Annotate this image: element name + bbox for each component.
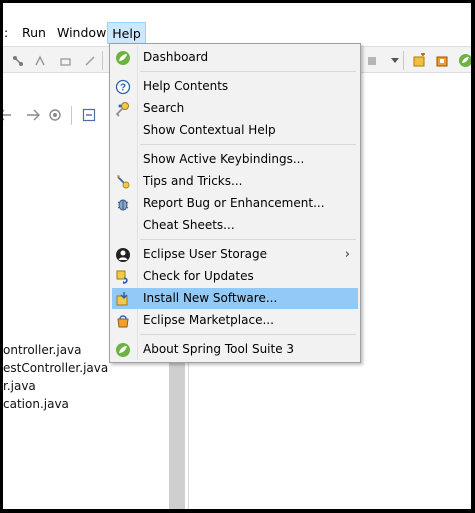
menu-run[interactable]: Run [18,22,50,44]
menu-item-install-new-software[interactable]: Install New Software... [112,288,358,309]
menu-separator [140,239,356,240]
collapse-all-icon[interactable] [81,107,96,122]
help-menu: Dashboard ? Help Contents Search Show Co… [109,43,361,363]
menu-item-marketplace[interactable]: Eclipse Marketplace... [112,310,358,331]
menu-item-help-contents[interactable]: ? Help Contents [112,76,358,97]
menu-item-tips[interactable]: Tips and Tricks... [112,171,358,192]
menu-item-label: About Spring Tool Suite 3 [143,342,295,356]
toolbar-icon-2[interactable] [33,53,48,68]
menu-item-label: Cheat Sheets... [143,218,235,232]
menu-item-label: Show Contextual Help [143,123,276,137]
spring-leaf-icon[interactable] [458,53,471,68]
menu-window[interactable]: Window [53,22,110,44]
toolbar-icon-4[interactable] [82,53,97,68]
menu-item-cheat-sheets[interactable]: Cheat Sheets... [112,215,358,236]
menu-item-label: Show Active Keybindings... [143,152,305,166]
menu-item-search[interactable]: Search [112,98,358,119]
menu-item-label: Eclipse Marketplace... [143,313,274,327]
new-java-package-icon[interactable] [412,53,427,68]
install-icon [114,290,131,307]
menu-item-label: Check for Updates [143,269,254,283]
marketplace-icon [114,312,131,329]
menu-item-about[interactable]: About Spring Tool Suite 3 [112,339,358,360]
toolbar-separator [102,51,103,70]
menu-item-contextual-help[interactable]: Show Contextual Help [112,120,358,141]
back-arrow-icon[interactable] [3,107,12,122]
menu-item-report-bug[interactable]: Report Bug or Enhancement... [112,193,358,214]
menu-separator [140,71,356,72]
spring-leaf-icon [114,341,131,358]
submenu-arrow-icon: › [344,247,350,262]
update-icon [114,268,131,285]
menu-item-label: Dashboard [143,50,209,64]
menu-item-label: Install New Software... [143,291,278,305]
toolbar-separator [71,106,72,125]
bug-icon [114,195,131,212]
menu-item-keybindings[interactable]: Show Active Keybindings... [112,149,358,170]
menu-item-label: Help Contents [143,79,229,93]
vertical-scrollbar[interactable] [169,363,185,509]
menu-bar: : Run Window Help [3,3,471,44]
menu-item-label: Search [143,101,185,115]
window-frame: : Run Window Help ontroller.java estCont… [0,0,475,513]
menu-item-label: Report Bug or Enhancement... [143,196,325,210]
user-storage-icon [114,246,131,263]
menu-item-label: Eclipse User Storage [143,247,268,261]
view-toolbar [3,101,113,129]
toolbar-separator [403,51,404,70]
toolbar-icon-3[interactable] [58,53,73,68]
menu-item-check-updates[interactable]: Check for Updates [112,266,358,287]
menu-file-fragment[interactable]: : [3,22,12,44]
menu-item-dashboard[interactable]: Dashboard [112,47,358,68]
list-item[interactable]: r.java [3,377,163,395]
forward-arrow-icon[interactable] [25,107,40,122]
question-circle-icon: ? [114,78,131,95]
chevron-down-icon[interactable] [387,53,402,68]
menu-separator [140,144,356,145]
toolbar-icon-5[interactable] [365,53,380,68]
spring-leaf-icon [114,49,131,66]
menu-item-label: Tips and Tricks... [143,174,243,188]
new-class-icon[interactable] [435,53,450,68]
sync-icon[interactable] [47,107,62,122]
toolbar-icon-1[interactable] [10,53,25,68]
menu-help[interactable]: Help [107,22,146,44]
menu-separator [140,334,356,335]
tips-icon [114,173,131,190]
list-item[interactable]: cation.java [3,395,163,413]
search-key-icon [114,100,131,117]
menu-item-user-storage[interactable]: Eclipse User Storage › [112,244,358,265]
svg-text:?: ? [119,82,125,93]
